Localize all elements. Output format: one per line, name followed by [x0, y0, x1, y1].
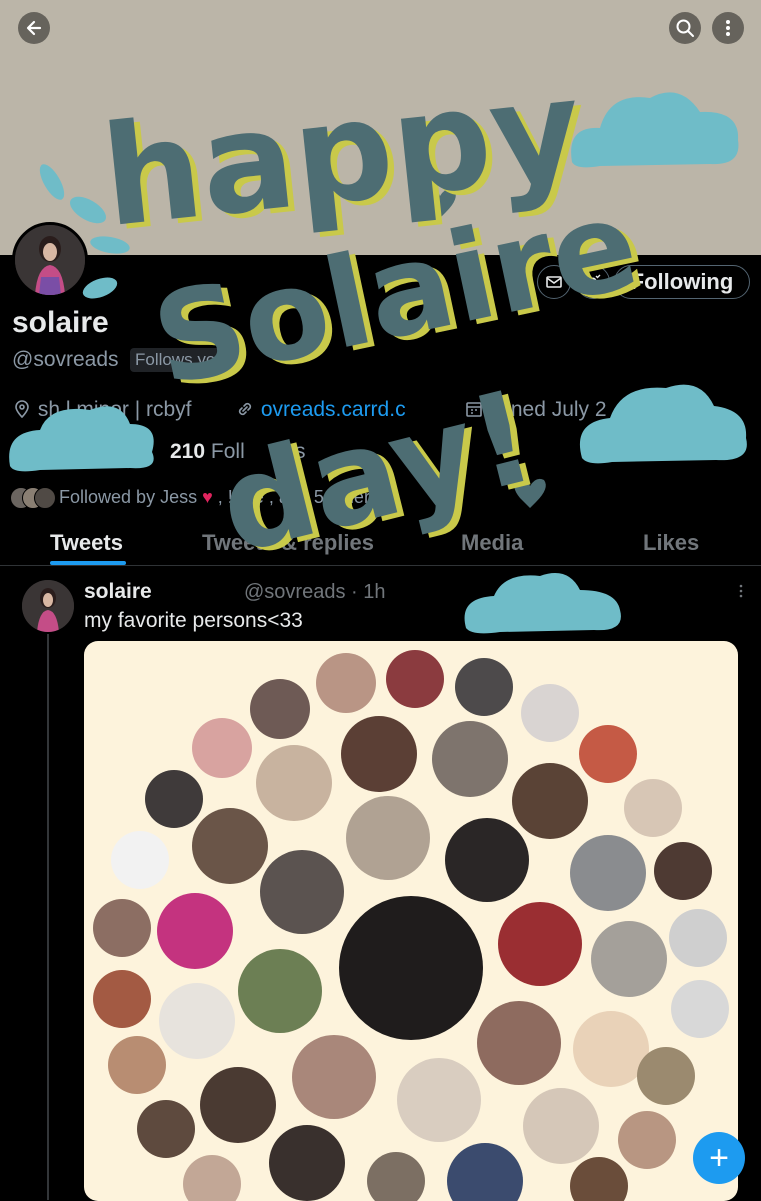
cloud-shape: [464, 573, 621, 634]
greeting-lettering: happy happy Solaire Solaire day! day!: [95, 48, 656, 586]
doodle-overlay: happy happy Solaire Solaire day! day!: [9, 48, 747, 634]
plus-icon: +: [709, 1138, 729, 1177]
cloud-shape: [9, 406, 154, 472]
compose-tweet-button[interactable]: +: [693, 1132, 745, 1184]
cloud-shape: [571, 92, 739, 168]
cloud-shape: [579, 384, 747, 464]
